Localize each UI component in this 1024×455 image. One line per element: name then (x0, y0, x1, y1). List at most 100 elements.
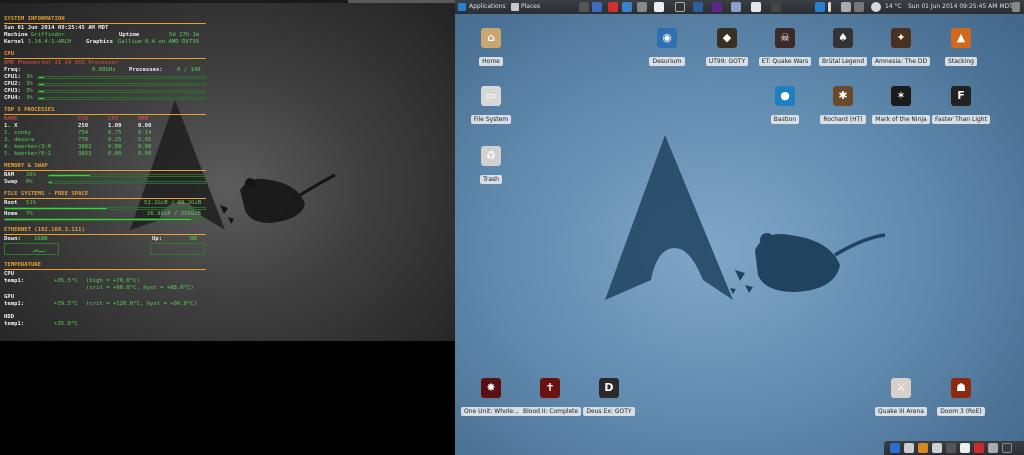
bottom-launcher-4-icon[interactable] (932, 443, 942, 453)
desktop-icon-ut99[interactable]: ◆ UT99: GOTY (697, 28, 757, 67)
desktop-icon-bastion[interactable]: ● Bastion (755, 86, 815, 125)
desktop-icon-amnesia[interactable]: ✦ Amnesia: The DD (871, 28, 931, 67)
desktop-icon-ninja[interactable]: ✶ Mark of the Ninja (871, 86, 931, 125)
ram-label: RAM (4, 172, 15, 178)
filezilla-icon[interactable] (608, 2, 618, 12)
cpu-core-row: CPU1: 3% (4, 74, 206, 81)
pen-icon[interactable] (828, 2, 831, 12)
desktop-icon-trash[interactable]: ♻ Trash (461, 146, 521, 185)
top-process-cell: 0.00 (138, 144, 152, 150)
bottom-launcher-1-icon[interactable] (890, 443, 900, 453)
desktop-icon-label: Home (479, 57, 503, 66)
brutal-legend-icon-glyph: ♠ (838, 31, 848, 44)
kernel-value: 3.14.4-1-ARCH (27, 39, 72, 45)
desktop-icon-label: Deus Ex: GOTY (583, 407, 635, 416)
launcher-9-icon[interactable] (712, 2, 722, 12)
desktop-icon-blood2[interactable]: ✝ Blood II: Complete (520, 378, 582, 417)
launcher-12-icon[interactable] (771, 2, 781, 12)
desktop-icon-label: Blood II: Complete (520, 407, 582, 416)
home-folder-icon: ⌂ (481, 28, 501, 48)
bottom-launcher-6-icon[interactable] (960, 443, 970, 453)
launcher-10-icon[interactable] (731, 2, 741, 12)
system-rule (4, 23, 206, 24)
ninja-icon: ✶ (891, 86, 911, 106)
desktop-icon-desurium[interactable]: ◉ Desurium (637, 28, 697, 67)
top-processes-table: NAME PID CPU MEM 1. X 250 1.00 0.08 2. conky 754 0… (4, 116, 206, 158)
left-top-strip (0, 0, 348, 3)
temp-gpu-value: +39.5°C (54, 301, 78, 307)
desktop-icon-filesystem[interactable]: ▭ File System (461, 86, 521, 125)
bottom-launcher-3-icon[interactable] (918, 443, 928, 453)
desktop-icon-rochard[interactable]: ✱ Rochard (HT) (813, 86, 873, 125)
amnesia-icon: ✦ (891, 28, 911, 48)
power-icon[interactable] (1012, 2, 1020, 12)
left-monitor: SYSTEM INFORMATION Sun 01 Jun 2014 09:25… (0, 0, 455, 455)
memory-heading: MEMORY & SWAP (4, 163, 48, 169)
volume-icon[interactable] (841, 2, 851, 12)
launcher-8-icon[interactable] (693, 2, 703, 12)
one-unit-icon: ✸ (481, 378, 501, 398)
network-icon[interactable] (854, 2, 864, 12)
cpu-core-bar-fill (39, 98, 44, 99)
launcher-2-icon[interactable] (592, 2, 602, 12)
temp-gpu-limits: (crit = +120.0°C, hyst = +90.0°C) (86, 301, 198, 307)
desktop-icon-label: Stacking (945, 57, 977, 66)
stacking-icon: ▲ (951, 28, 971, 48)
desktop-icon-quake3[interactable]: ⚔ Quake III Arena (871, 378, 931, 417)
launcher-6-icon[interactable] (654, 2, 664, 12)
launcher-5-icon[interactable] (637, 2, 647, 12)
desktop-icon-brutal[interactable]: ♠ Brütal Legend (813, 28, 873, 67)
bottom-launcher-2-icon[interactable] (904, 443, 914, 453)
bluetooth-icon[interactable] (815, 2, 825, 12)
desktop-icon-oneunit[interactable]: ✸ One Unit: Whole... (461, 378, 522, 417)
applications-menu[interactable]: Applications (469, 0, 506, 14)
desktop-icon-etqw[interactable]: ☠ ET: Quake Wars (755, 28, 815, 67)
bottom-launcher-8-icon[interactable] (988, 443, 998, 453)
desktop-icon-ftl[interactable]: F Faster Than Light (931, 86, 991, 125)
desktop-icon-deusex[interactable]: D Deus Ex: GOTY (579, 378, 639, 417)
root-bar (4, 207, 206, 210)
up-value: 0B (190, 236, 197, 242)
weather-cloud-icon[interactable] (871, 2, 881, 12)
bottom-launcher-9-icon[interactable] (1002, 443, 1012, 453)
ram-bar-fill (49, 175, 90, 176)
top-process-cell: 0.00 (108, 151, 122, 157)
weather-temperature[interactable]: 14 °C (885, 0, 902, 14)
processes-value: 0 / 148 (177, 67, 201, 73)
panel-clock[interactable]: Sun 01 Jun 2014 09:25:45 AM MDT (908, 0, 1013, 14)
arch-menu-icon[interactable] (458, 3, 466, 11)
root-row: Root 51% 51.1GiB / 99.2GiB (4, 200, 206, 207)
top-process-row: 2. conky 754 0.75 0.14 (4, 130, 206, 137)
deus-ex-icon-glyph: D (604, 381, 614, 394)
trash-icon: ♻ (481, 146, 501, 166)
cpu-core-row: CPU2: 3% (4, 81, 206, 88)
launcher-7-icon[interactable] (675, 2, 685, 12)
cpu-core-label: CPU1: (4, 74, 21, 80)
root-bar-fill (5, 208, 107, 209)
bastion-icon-glyph: ● (780, 89, 790, 102)
top-process-cell: 0.25 (108, 137, 122, 143)
bottom-launcher-5-icon[interactable] (946, 443, 956, 453)
desktop-icon-stacking[interactable]: ▲ Stacking (931, 28, 991, 67)
temperature-rule (4, 269, 206, 270)
quake-wars-icon-glyph: ☠ (780, 31, 790, 44)
desktop-icon-doom3[interactable]: ☗ Doom 3 (RoE) (931, 378, 991, 417)
top-process-cell: 754 (78, 130, 89, 136)
cpu-core-bar (38, 97, 206, 100)
deus-ex-icon: D (599, 378, 619, 398)
top-header-row: NAME PID CPU MEM (4, 116, 206, 123)
quake3-icon: ⚔ (891, 378, 911, 398)
launcher-11-icon[interactable] (751, 2, 761, 12)
rochard-icon-glyph: ✱ (838, 89, 848, 102)
temp-hdd-value: +35.0°C (54, 321, 78, 327)
blood-icon-glyph: ✝ (545, 381, 555, 394)
cpu-core-bar (38, 90, 206, 93)
cpu-core-row: CPU4: 3% (4, 95, 206, 102)
net-row: Down: 168B Up: 0B (4, 236, 206, 243)
places-menu[interactable]: Places (521, 0, 540, 14)
desktop-icon-home[interactable]: ⌂ Home (461, 28, 521, 67)
launcher-1-icon[interactable] (579, 2, 589, 12)
cpu-heading: CPU (4, 51, 15, 57)
launcher-4-icon[interactable] (622, 2, 632, 12)
bottom-launcher-7-icon[interactable] (974, 443, 984, 453)
